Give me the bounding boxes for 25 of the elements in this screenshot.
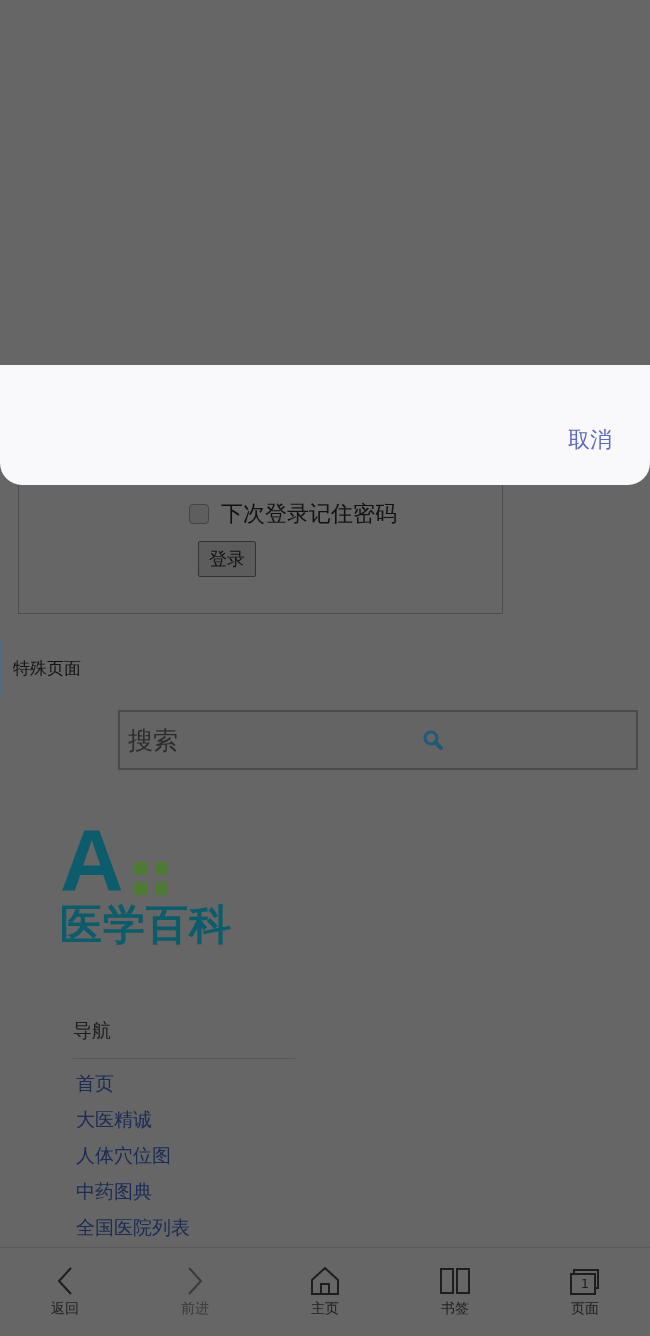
- bookmarks-button[interactable]: 书签: [390, 1248, 520, 1336]
- dots-icon: [133, 862, 170, 896]
- login-button[interactable]: 登录: [197, 541, 256, 577]
- search-icon[interactable]: [422, 729, 444, 751]
- remember-label: 下次登录记住密码: [220, 500, 397, 528]
- back-button[interactable]: 返回: [0, 1248, 130, 1336]
- cancel-button[interactable]: 取消: [566, 419, 614, 461]
- navigation-link[interactable]: 人体穴位图: [76, 1141, 171, 1171]
- home-icon: [310, 1266, 340, 1296]
- navigation-link[interactable]: 首页: [76, 1069, 114, 1099]
- logo-text: 医学百科: [60, 902, 232, 949]
- logo-letter: A: [60, 824, 124, 896]
- special-pages-tab[interactable]: 特殊页面: [0, 640, 90, 696]
- book-icon: [439, 1266, 471, 1296]
- page-count: 1: [580, 1275, 590, 1291]
- forward-icon: [187, 1266, 203, 1296]
- navigation-link[interactable]: 大医精诚: [76, 1105, 152, 1135]
- navigation-heading: 导航: [73, 1018, 295, 1060]
- back-icon: [57, 1266, 73, 1296]
- home-button[interactable]: 主页: [260, 1248, 390, 1336]
- navigation-link[interactable]: 中药图典: [76, 1177, 152, 1207]
- navigation-link[interactable]: 全国医院列表: [76, 1213, 190, 1243]
- pages-button[interactable]: 1 页面: [520, 1248, 650, 1336]
- search-field[interactable]: 搜索: [118, 710, 638, 770]
- remember-checkbox[interactable]: [188, 504, 209, 524]
